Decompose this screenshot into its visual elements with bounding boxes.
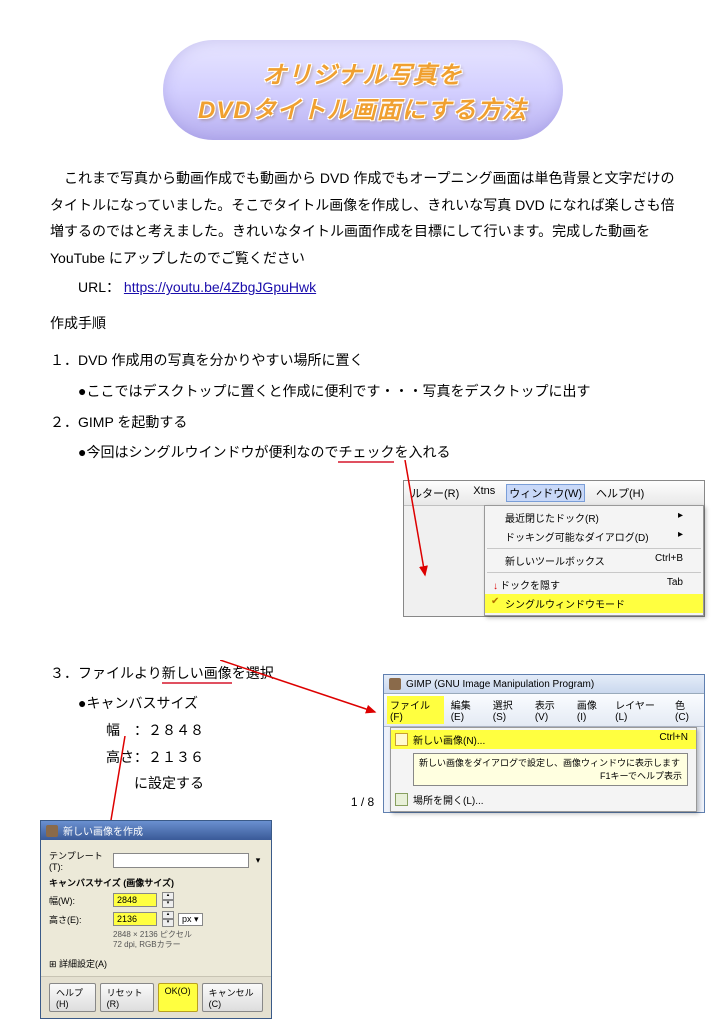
menu-item-new-image[interactable]: 新しい画像(N)... Ctrl+N — [391, 730, 696, 749]
tooltip-line2: F1キーでヘルプ表示 — [419, 770, 682, 783]
menu-layer[interactable]: レイヤー(L) — [612, 696, 668, 724]
spinner-icon[interactable]: ▴▾ — [162, 892, 174, 908]
page-number: 1 / 8 — [0, 795, 725, 809]
menu-edit[interactable]: 編集(E) — [448, 696, 486, 724]
ok-button[interactable]: OK(O) — [158, 983, 198, 1012]
step-2: ２．GIMP を起動する — [50, 409, 675, 436]
dialog-footer: ヘルプ(H) リセット(R) OK(O) キャンセル(C) — [41, 976, 271, 1018]
menu-xtns[interactable]: Xtns — [470, 484, 498, 502]
step-3-prefix: ３．ファイルより — [50, 665, 162, 681]
dialog-info-2: 72 dpi, RGBカラー — [113, 940, 263, 950]
intro-paragraph: これまで写真から動画作成でも動画から DVD 作成でもオープニング画面は単色背景… — [50, 165, 675, 271]
youtube-link[interactable]: https://youtu.be/4ZbgJGpuHwk — [124, 279, 316, 295]
height-input[interactable]: 2136 — [113, 912, 157, 926]
gimp-icon — [46, 825, 58, 837]
title-line-1: オリジナル写真を — [263, 55, 463, 90]
gimp-window-title: GIMP (GNU Image Manipulation Program) — [406, 679, 594, 690]
tooltip: 新しい画像をダイアログで設定し、画像ウィンドウに表示します F1キーでヘルプ表示 — [413, 753, 688, 786]
step-3-suffix: を選択 — [232, 665, 274, 681]
menu-item-single-window[interactable]: ✔シングルウィンドウモード — [485, 594, 703, 613]
unit-select[interactable]: px ▾ — [178, 913, 203, 926]
step-1-sub: ●ここではデスクトップに置くと作成に便利です・・・写真をデスクトップに出す — [78, 378, 675, 405]
cancel-button[interactable]: キャンセル(C) — [202, 983, 263, 1012]
step-2-sub: ●今回はシングルウインドウが便利なのでチェックを入れる — [78, 439, 675, 466]
screenshot-file-menu: GIMP (GNU Image Manipulation Program) ファ… — [383, 674, 705, 813]
reset-button[interactable]: リセット(R) — [100, 983, 154, 1012]
screenshot-new-image-dialog: 新しい画像を作成 テンプレート(T): ▾ キャンバスサイズ (画像サイズ) 幅… — [40, 820, 272, 1019]
tooltip-line1: 新しい画像をダイアログで設定し、画像ウィンドウに表示します — [419, 757, 682, 770]
dialog-titlebar: 新しい画像を作成 — [41, 821, 271, 840]
new-file-icon — [395, 733, 408, 746]
width-label: 幅(W): — [49, 894, 109, 907]
window-menu-dropdown: 最近閉じたドック(R)▸ ドッキング可能なダイアログ(D)▸ 新しいツールボック… — [484, 505, 704, 616]
menu-window[interactable]: ウィンドウ(W) — [506, 484, 585, 502]
width-input[interactable]: 2848 — [113, 893, 157, 907]
menu-separator — [487, 572, 701, 573]
template-label: テンプレート(T): — [49, 849, 109, 872]
step-2-sub-prefix: ●今回はシングルウインドウが便利なので — [78, 444, 338, 460]
menu-color[interactable]: 色(C) — [672, 696, 701, 724]
step-1: １．DVD 作成用の写真を分かりやすい場所に置く — [50, 347, 675, 374]
procedure-heading: 作成手順 — [50, 313, 675, 333]
menu-select[interactable]: 選択(S) — [490, 696, 528, 724]
dialog-info-1: 2848 × 2136 ピクセル — [113, 930, 263, 940]
menu-item-hide-docks[interactable]: ↓ドックを隠すTab — [485, 575, 703, 594]
step-2-sub-underlined: チェック — [338, 444, 394, 463]
menu-separator — [487, 548, 701, 549]
dialog-title-text: 新しい画像を作成 — [63, 823, 143, 838]
step-3-underlined: 新しい画像 — [162, 665, 232, 684]
document-title-banner: オリジナル写真を DVDタイトル画面にする方法 — [163, 40, 563, 140]
menu-view[interactable]: 表示(V) — [532, 696, 570, 724]
menu-item-new-toolbox[interactable]: 新しいツールボックスCtrl+B — [485, 551, 703, 570]
menu-help[interactable]: ヘルプ(H) — [593, 484, 647, 502]
template-select[interactable] — [113, 853, 249, 868]
check-icon: ✔ — [491, 596, 499, 607]
title-line-2: DVDタイトル画面にする方法 — [198, 90, 527, 125]
screenshot-window-menu: ルター(R) Xtns ウィンドウ(W) ヘルプ(H) 最近閉じたドック(R)▸… — [403, 480, 705, 617]
url-line: URL： https://youtu.be/4ZbgJGpuHwk — [50, 277, 675, 297]
menubar: ルター(R) Xtns ウィンドウ(W) ヘルプ(H) — [404, 481, 704, 506]
help-button[interactable]: ヘルプ(H) — [49, 983, 96, 1012]
step-2-sub-suffix: を入れる — [394, 444, 450, 460]
gimp-titlebar: GIMP (GNU Image Manipulation Program) — [384, 675, 704, 694]
menu-item-dockable[interactable]: ドッキング可能なダイアログ(D)▸ — [485, 527, 703, 546]
height-label: 高さ(E): — [49, 913, 109, 926]
menu-file[interactable]: ファイル(F) — [387, 696, 444, 724]
menubar-gimp: ファイル(F) 編集(E) 選択(S) 表示(V) 画像(I) レイヤー(L) … — [384, 694, 704, 727]
advanced-toggle[interactable]: ⊞ 詳細設定(A) — [49, 957, 263, 970]
gimp-icon — [389, 678, 401, 690]
menu-image[interactable]: 画像(I) — [574, 696, 608, 724]
menu-item-recent-docks[interactable]: 最近閉じたドック(R)▸ — [485, 508, 703, 527]
menu-filter[interactable]: ルター(R) — [408, 484, 462, 502]
spinner-icon[interactable]: ▴▾ — [162, 911, 174, 927]
canvas-size-label: キャンバスサイズ (画像サイズ) — [49, 876, 263, 889]
url-label: URL： — [78, 279, 120, 295]
